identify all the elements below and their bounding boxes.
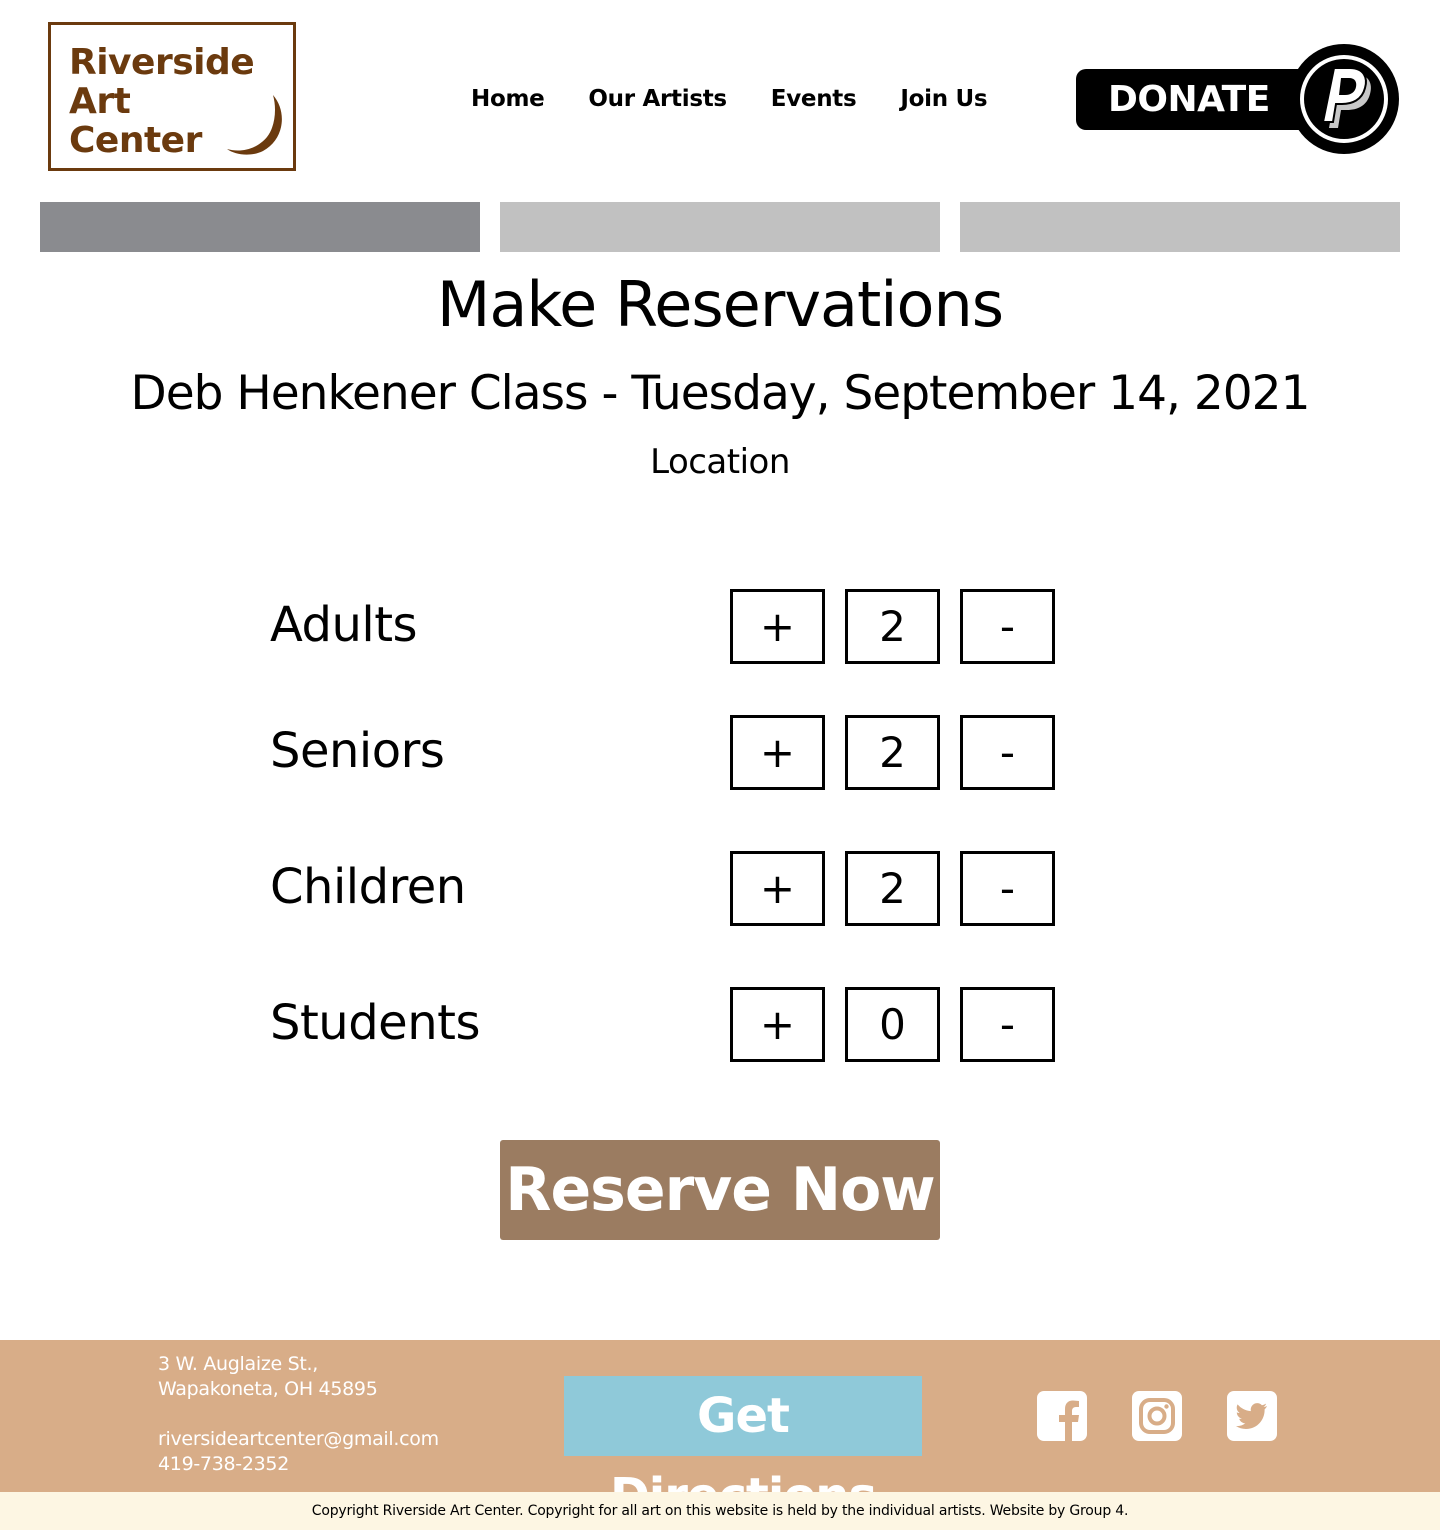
quantity-display: 2 [845,715,940,790]
event-location: Location [650,442,790,482]
logo[interactable]: Riverside Art Center [48,22,296,171]
progress-step-3 [960,202,1400,252]
progress-step-2 [500,202,940,252]
ticket-label: Adults [270,597,418,653]
logo-text-line2: Art [69,81,131,122]
instagram-icon[interactable] [1132,1391,1182,1441]
ticket-label: Children [270,859,466,915]
contact-info: 3 W. Auglaize St., Wapakoneta, OH 45895 … [158,1352,439,1477]
ticket-row-children: Children + 2 - [270,851,1060,927]
footer: 3 W. Auglaize St., Wapakoneta, OH 45895 … [0,1340,1440,1524]
get-directions-button[interactable]: Get Directions [564,1376,922,1524]
ticket-row-adults: Adults + 2 - [270,589,1060,665]
quantity-display: 0 [845,987,940,1062]
progress-steps [40,202,1400,252]
phone-number[interactable]: 419-738-2352 [158,1452,439,1477]
paypal-icon[interactable] [1289,44,1399,154]
decrement-button[interactable]: - [960,715,1055,790]
page-title: Make Reservations [436,268,1004,341]
reserve-now-button[interactable]: Reserve Now [500,1140,940,1240]
nav-events[interactable]: Events [771,86,857,112]
quantity-display: 2 [845,851,940,926]
logo-text-line1: Riverside [69,42,255,83]
nav-our-artists[interactable]: Our Artists [588,86,727,112]
logo-text-line3: Center [69,120,202,161]
decrement-button[interactable]: - [960,589,1055,664]
facebook-icon[interactable] [1037,1391,1087,1441]
increment-button[interactable]: + [730,851,825,926]
increment-button[interactable]: + [730,987,825,1062]
progress-step-1 [40,202,480,252]
main-nav: Home Our Artists Events Join Us [471,86,988,112]
quantity-display: 2 [845,589,940,664]
event-subtitle: Deb Henkener Class - Tuesday, September … [130,366,1311,421]
donate-button[interactable]: DONATE [1076,69,1316,130]
email-link[interactable]: riversideartcenter@gmail.com [158,1427,439,1452]
decrement-button[interactable]: - [960,987,1055,1062]
increment-button[interactable]: + [730,589,825,664]
ticket-row-students: Students + 0 - [270,987,1060,1063]
twitter-icon[interactable] [1227,1391,1277,1441]
copyright-notice: Copyright Riverside Art Center. Copyrigh… [0,1492,1440,1530]
nav-join-us[interactable]: Join Us [900,86,987,112]
address-line2: Wapakoneta, OH 45895 [158,1378,378,1400]
crescent-moon-icon [227,95,282,155]
nav-home[interactable]: Home [471,86,545,112]
ticket-label: Students [270,995,480,1051]
increment-button[interactable]: + [730,715,825,790]
ticket-row-seniors: Seniors + 2 - [270,715,1060,791]
address-line1: 3 W. Auglaize St., [158,1353,319,1375]
ticket-label: Seniors [270,723,445,779]
decrement-button[interactable]: - [960,851,1055,926]
